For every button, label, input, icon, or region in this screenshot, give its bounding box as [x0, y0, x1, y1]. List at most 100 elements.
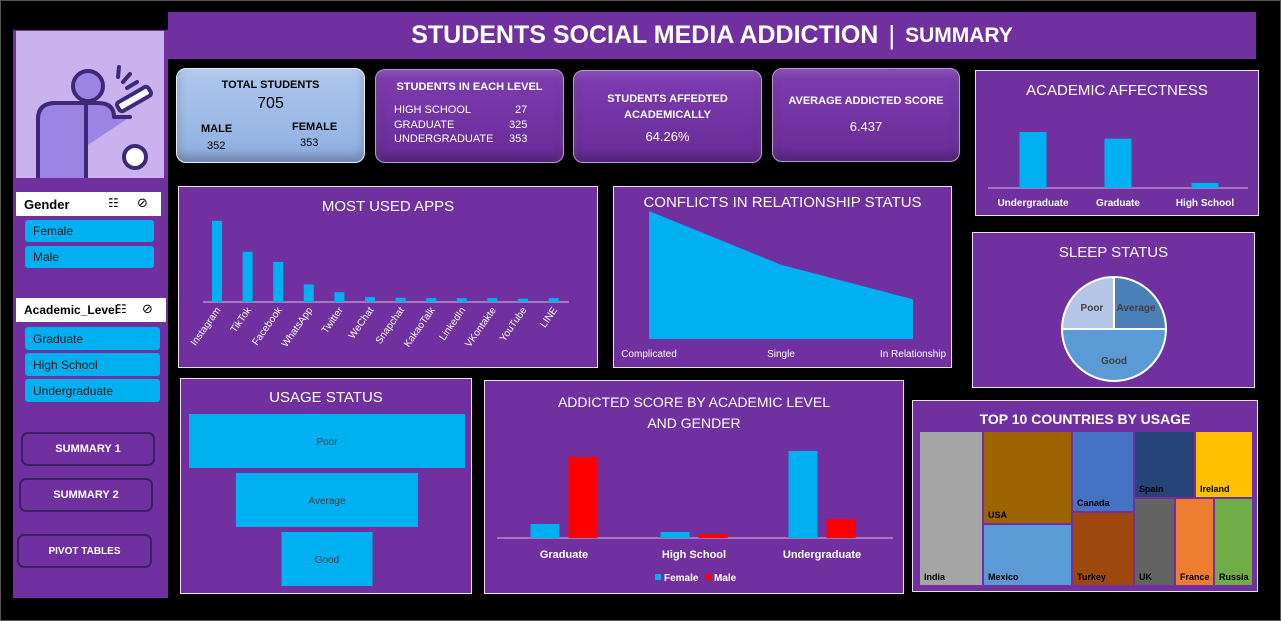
relationship-conflicts-panel: CONFLICTS IN RELATIONSHIP STATUS Complic…	[613, 186, 952, 368]
x-tick-label: WeChat	[347, 305, 377, 341]
addicted-student-icon	[36, 65, 153, 180]
x-tick-label: Complicated	[621, 349, 677, 360]
legend-label: Male	[714, 573, 737, 584]
page-subtitle: SUMMARY	[905, 23, 1013, 47]
kpi-students-affected: STUDENTS AFFEDTED ACADEMICALLY 64.26%	[573, 70, 762, 163]
sleep-status-chart: Average Good Poor	[1060, 275, 1168, 382]
button-label: PIVOT TABLES	[48, 545, 121, 557]
multi-select-icon[interactable]: ☷	[116, 302, 127, 316]
treemap-label: Turkey	[1077, 572, 1106, 582]
legend-swatch	[655, 574, 661, 580]
bar-male	[568, 457, 598, 538]
bar-female	[788, 451, 818, 538]
pivot-tables-button[interactable]: PIVOT TABLES	[17, 534, 152, 568]
sleep-status-panel: SLEEP STATUS Average Good Poor	[972, 232, 1255, 388]
clear-filter-icon[interactable]: ⊘	[137, 195, 148, 211]
x-tick-label: WhatsApp	[280, 305, 316, 349]
page-title: STUDENTS SOCIAL MEDIA ADDICTION	[411, 21, 879, 49]
kpi-female-label: FEMALE	[292, 121, 338, 133]
level-row-value: 27	[515, 104, 528, 116]
bar	[212, 220, 222, 302]
level-row-name: UNDERGRADUATE	[394, 133, 494, 145]
academic-affectness-chart: Undergraduate Graduate High School	[988, 132, 1248, 209]
treemap-tile: Russia	[1214, 498, 1253, 586]
area-series	[649, 211, 913, 339]
level-row-name: GRADUATE	[394, 119, 455, 131]
kpi-levels-label: STUDENTS IN EACH LEVEL	[396, 81, 543, 93]
addicted-score-chart: Graduate High School Undergraduate Female Ma…	[497, 451, 893, 584]
clear-filter-icon[interactable]: ⊘	[142, 301, 153, 317]
treemap-tile: Ireland	[1195, 431, 1253, 498]
slicer-item-label: Graduate	[33, 331, 84, 346]
most-used-apps-panel: MOST USED APPS Instagram TikTok Facebook Wh…	[178, 186, 598, 368]
bar	[303, 284, 314, 302]
gender-slicer-header: Gender ☷ ⊘	[16, 192, 161, 216]
summary-2-button[interactable]: SUMMARY 2	[19, 478, 153, 512]
level-row-name: HIGH SCHOOL	[394, 104, 472, 116]
kpi-female-value: 353	[300, 137, 319, 149]
bar-label: Average	[308, 496, 346, 507]
button-label: SUMMARY 2	[53, 489, 119, 501]
summary-1-button[interactable]: SUMMARY 1	[21, 432, 155, 466]
title-separator: |	[888, 20, 896, 50]
treemap-label: India	[924, 572, 946, 582]
treemap-tile: UK	[1134, 498, 1175, 586]
x-tick-label: Graduate	[1096, 198, 1140, 209]
bar	[242, 251, 253, 302]
usage-status-chart: Poor Average Good	[189, 414, 465, 586]
bar	[395, 297, 406, 302]
kpi-male-value: 352	[207, 140, 226, 152]
kpi-average-score: AVERAGE ADDICTED SCORE 6.437	[772, 68, 960, 162]
slice-label: Poor	[1081, 303, 1104, 314]
kpi-male-label: MALE	[201, 123, 233, 135]
relationship-conflicts-chart: Complicated Single In Relationship	[621, 211, 947, 360]
treemap-label: Canada	[1077, 498, 1110, 508]
level-row-value: 325	[509, 119, 528, 131]
x-tick-label: TikTok	[229, 305, 255, 335]
top-countries-treemap: India USA Mexico Canada Turkey Spain UK Ireland…	[919, 431, 1253, 586]
title-bar: STUDENTS SOCIAL MEDIA ADDICTION | SUMMAR…	[168, 12, 1256, 59]
slicer-item-graduate[interactable]: Graduate	[25, 327, 160, 350]
treemap-label: Russia	[1219, 572, 1249, 582]
bar	[365, 297, 375, 302]
slicer-item-undergraduate[interactable]: Undergraduate	[25, 379, 160, 402]
addicted-score-panel: ADDICTED SCORE BY ACADEMIC LEVEL AND GEN…	[484, 380, 904, 594]
kpi-average-value: 6.437	[849, 119, 883, 134]
bar-label: Poor	[316, 437, 338, 448]
slicer-item-label: Male	[33, 250, 60, 264]
treemap-label: UK	[1139, 572, 1152, 582]
x-tick-label: Twitter	[320, 305, 346, 336]
treemap-tile: USA	[983, 431, 1072, 524]
treemap-label: Ireland	[1200, 484, 1230, 494]
treemap-tile: Canada	[1072, 431, 1134, 512]
slicer-item-high-school[interactable]: High School	[25, 353, 160, 376]
bar	[273, 261, 284, 302]
slicer-item-male[interactable]: Male	[25, 246, 154, 268]
slicer-item-label: Undergraduate	[33, 383, 114, 398]
level-row-value: 353	[509, 133, 528, 145]
button-label: SUMMARY 1	[55, 443, 121, 455]
treemap-tile: Turkey	[1072, 512, 1134, 586]
x-tick-label: VKontakte	[463, 305, 499, 349]
bar-label: Good	[315, 555, 339, 566]
treemap-label: France	[1180, 572, 1210, 582]
kpi-total-students: TOTAL STUDENTS 705 MALE 352 FEMALE 353	[176, 68, 365, 163]
slicer-item-female[interactable]: Female	[25, 220, 154, 242]
bar	[1191, 182, 1219, 188]
top-countries-panel: TOP 10 COUNTRIES BY USAGE India USA Mexico…	[912, 400, 1258, 592]
x-tick-label: Graduate	[540, 549, 588, 561]
pie-slice	[1060, 328, 1168, 382]
x-tick-label: Single	[767, 349, 795, 360]
bar	[1019, 132, 1047, 188]
slice-label: Average	[1117, 303, 1157, 314]
bar	[426, 298, 437, 302]
multi-select-icon[interactable]: ☷	[108, 196, 119, 210]
bar	[518, 298, 528, 302]
bar-female	[530, 524, 560, 538]
logo-image	[16, 31, 164, 180]
bar-male	[698, 534, 728, 538]
kpi-total-label: TOTAL STUDENTS	[221, 79, 320, 91]
x-tick-label: KakaoTalk	[402, 305, 438, 350]
legend-label: Female	[664, 573, 699, 584]
kpi-average-label: AVERAGE ADDICTED SCORE	[788, 95, 944, 107]
